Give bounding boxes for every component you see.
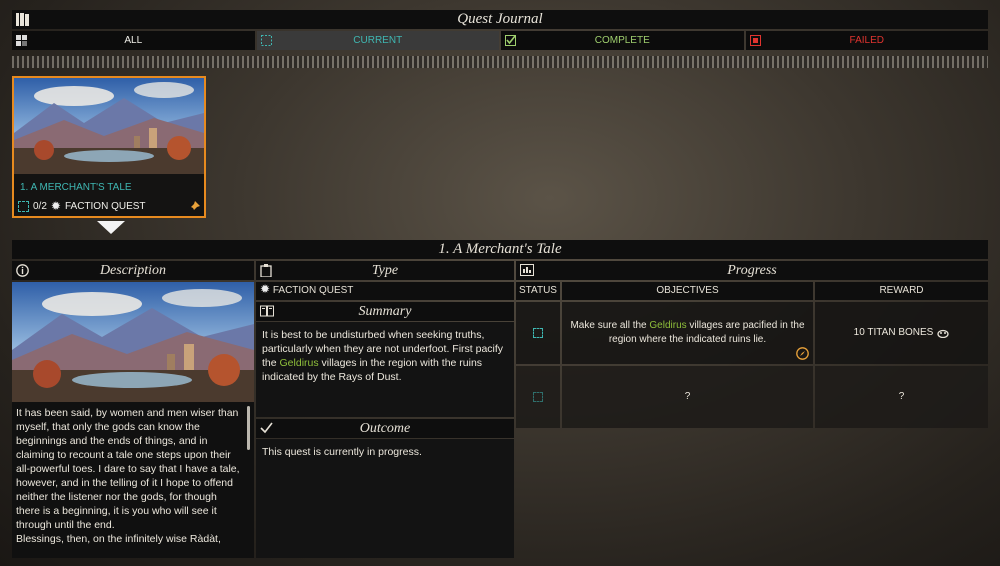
quest-title-bar: 1. A Merchant's Tale	[12, 240, 988, 259]
quest-card[interactable]: 1. A MERCHANT'S TALE 0/2 ✹ FACTION QUEST	[12, 76, 206, 218]
type-header-label: Type	[371, 263, 399, 278]
status-column-header: STATUS	[516, 282, 560, 300]
summary-panel: It is best to be undisturbed when seekin…	[256, 322, 514, 417]
summary-header-label: Summary	[358, 304, 412, 319]
journal-icon	[16, 13, 29, 26]
reward-column-header: REWARD	[815, 282, 988, 300]
tab-failed[interactable]: FAILED	[745, 31, 988, 50]
journal-title-bar: Quest Journal	[12, 10, 988, 29]
status-checkbox	[533, 392, 543, 402]
clipboard-icon	[260, 264, 272, 277]
objectives-header-label: OBJECTIVES	[656, 285, 719, 296]
dashed-square-icon	[260, 35, 272, 46]
description-header: Description	[12, 261, 254, 280]
quest-card-image	[14, 78, 204, 174]
info-icon	[16, 264, 29, 277]
compass-icon[interactable]	[796, 347, 809, 360]
filter-tabs: ALL CURRENT COMPLETE FAILED	[12, 31, 988, 50]
selection-pointer	[97, 221, 125, 234]
hidden-objective: ?	[684, 391, 691, 402]
quest-title: 1. A Merchant's Tale	[438, 241, 562, 257]
type-row: ✹ FACTION QUEST	[256, 282, 514, 300]
description-panel: It has been said, by women and men wiser…	[12, 282, 254, 558]
tab-all[interactable]: ALL	[12, 31, 255, 50]
faction-icon: ✹	[260, 282, 271, 296]
titan-bones-icon	[937, 329, 949, 338]
progress-header-label: Progress	[727, 263, 777, 278]
objective-status	[516, 302, 560, 364]
description-header-label: Description	[99, 263, 167, 278]
quest-illustration	[12, 282, 254, 402]
page-title: Quest Journal	[457, 11, 543, 27]
status-checkbox	[533, 328, 543, 338]
description-scrollbar[interactable]	[247, 406, 250, 450]
reward-cell-2: ?	[815, 366, 988, 428]
divider-stripe	[12, 56, 988, 68]
outcome-text: This quest is currently in progress.	[262, 446, 422, 458]
reward-text: 10 TITAN BONES	[853, 327, 934, 338]
outcome-header-label: Outcome	[359, 421, 411, 436]
reward-header-label: REWARD	[879, 285, 924, 296]
objective-cell: Make sure all the Geldirus villages are …	[562, 302, 813, 364]
outcome-panel: This quest is currently in progress.	[256, 439, 514, 558]
objective-cell-2: ?	[562, 366, 813, 428]
pin-icon[interactable]	[188, 201, 200, 213]
grid-icon	[16, 35, 27, 46]
description-text: It has been said, by women and men wiser…	[12, 402, 254, 546]
book-icon	[260, 305, 274, 317]
outcome-header: Outcome	[256, 419, 514, 438]
quest-type: FACTION QUEST	[272, 285, 354, 296]
x-box-icon	[749, 35, 761, 46]
status-icon	[18, 201, 29, 212]
progress-header: Progress	[516, 261, 988, 280]
objectives-column-header: OBJECTIVES	[562, 282, 813, 300]
quest-card-progress: 0/2	[33, 201, 47, 212]
check-icon	[260, 422, 273, 434]
tab-current-label: CURRENT	[353, 35, 403, 46]
hidden-reward: ?	[898, 391, 905, 402]
objective-status-2	[516, 366, 560, 428]
checkbox-icon	[505, 35, 516, 46]
description-paragraph: It has been said, by women and men wiser…	[16, 407, 240, 531]
tab-complete-label: COMPLETE	[594, 35, 650, 46]
objective-highlight: Geldirus	[649, 320, 687, 331]
status-header-label: STATUS	[519, 285, 557, 296]
chart-icon	[520, 264, 534, 276]
type-header: Type	[256, 261, 514, 280]
tab-failed-label: FAILED	[849, 35, 884, 46]
description-paragraph-2: Blessings, then, on the infinitely wise …	[16, 533, 221, 545]
quest-card-meta: 0/2 ✹ FACTION QUEST	[18, 199, 146, 213]
reward-cell: 10 TITAN BONES	[815, 302, 988, 364]
tab-current[interactable]: CURRENT	[256, 31, 499, 50]
quest-card-title: 1. A MERCHANT'S TALE	[20, 182, 132, 193]
quest-card-type: FACTION QUEST	[64, 201, 146, 212]
summary-header: Summary	[256, 302, 514, 321]
faction-icon: ✹	[50, 199, 61, 213]
tab-all-label: ALL	[124, 35, 143, 46]
tab-complete[interactable]: COMPLETE	[501, 31, 744, 50]
objective-text-pre: Make sure all the	[570, 320, 650, 331]
summary-highlight: Geldirus	[279, 357, 319, 369]
